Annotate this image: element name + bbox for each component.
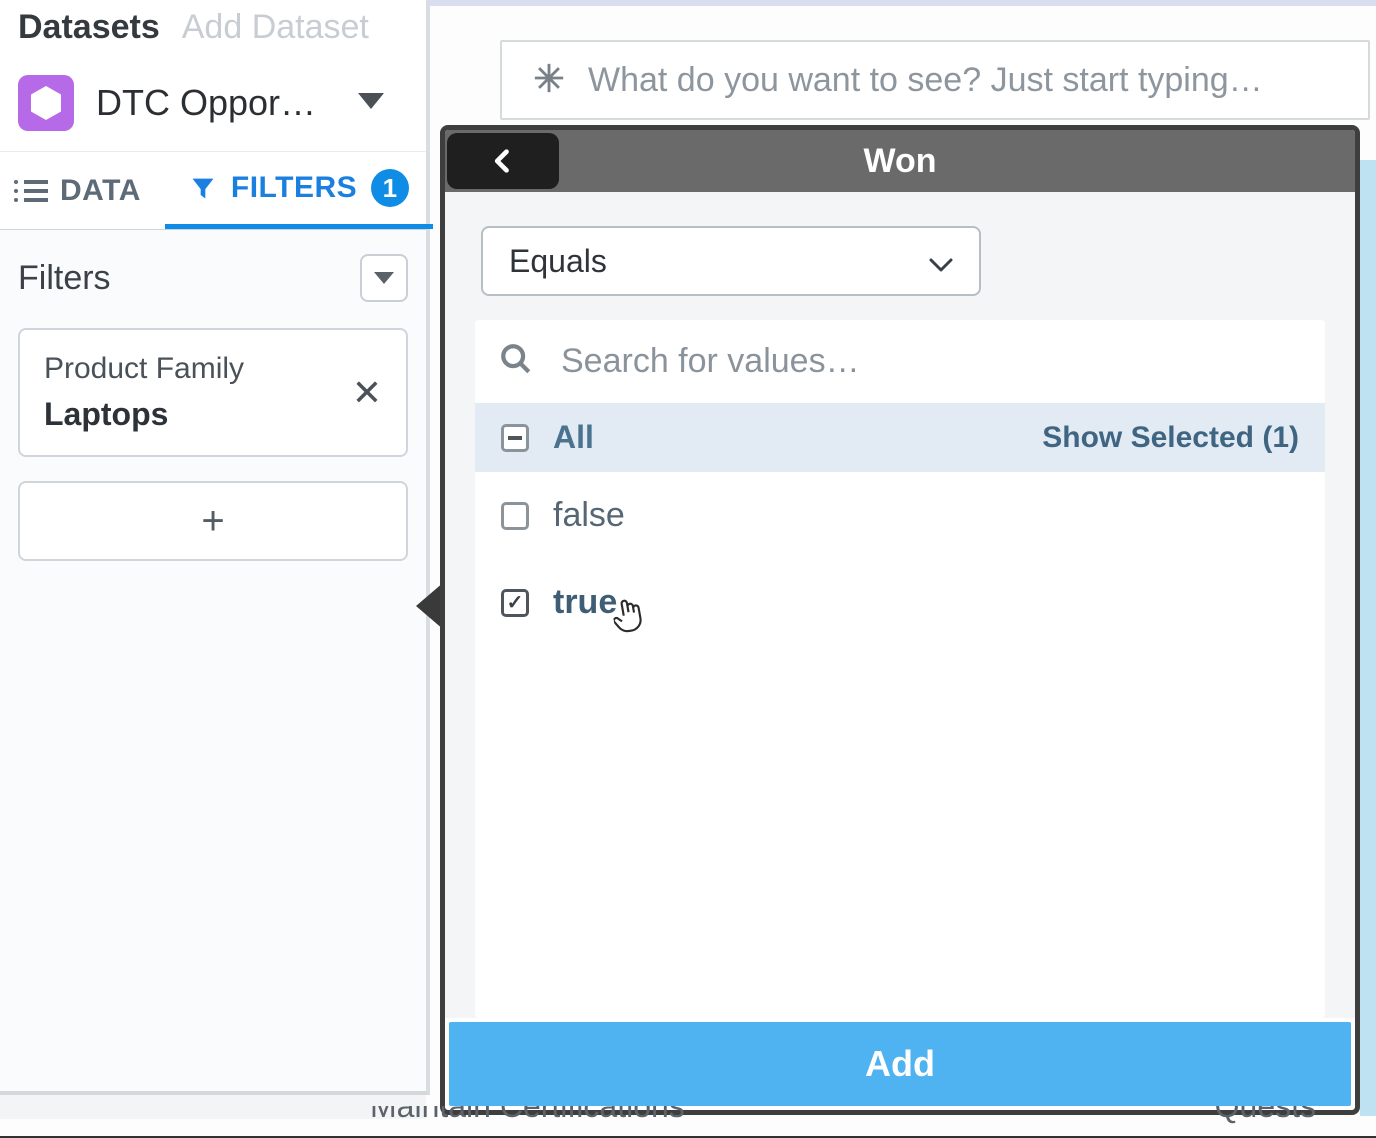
popup-title: Won <box>445 142 1355 181</box>
filters-section: Filters Product Family Laptops ✕ + <box>0 230 426 585</box>
operator-label: Equals <box>509 243 607 280</box>
checkbox-checked-icon[interactable] <box>501 589 529 617</box>
tab-data[interactable]: DATA <box>0 152 165 229</box>
footer-right-text: Quests <box>1215 1106 1316 1125</box>
background-chart-strip <box>1360 160 1376 1116</box>
filter-count-badge: 1 <box>371 169 409 207</box>
add-dataset-link[interactable]: Add Dataset <box>182 8 369 47</box>
all-label: All <box>553 419 594 456</box>
dataset-icon <box>18 75 74 131</box>
datasets-heading: Datasets <box>18 8 160 47</box>
sparkle-icon <box>532 61 566 100</box>
close-icon[interactable]: ✕ <box>352 372 382 414</box>
filter-value-popup: Won Equals Search for values… All <box>440 125 1360 1115</box>
checkbox-icon[interactable] <box>501 502 529 530</box>
tab-data-label: DATA <box>60 174 141 208</box>
popup-body: Equals Search for values… All Show Selec… <box>445 192 1355 1018</box>
filters-dropdown-button[interactable] <box>360 254 408 302</box>
add-filter-button[interactable]: + <box>18 481 408 561</box>
back-button[interactable] <box>447 133 559 189</box>
chevron-down-icon <box>929 243 953 280</box>
value-search-input[interactable]: Search for values… <box>475 320 1325 403</box>
option-label: true <box>553 583 617 622</box>
footer-bar: Maintain Certifications Quests <box>0 1106 1376 1136</box>
popup-header: Won <box>445 130 1355 192</box>
filter-value-label: Laptops <box>44 396 244 433</box>
option-label: false <box>553 496 625 535</box>
filter-chip-product-family[interactable]: Product Family Laptops ✕ <box>18 328 408 457</box>
left-sidebar: Datasets Add Dataset DTC Oppor… DATA FIL… <box>0 0 430 1095</box>
plus-icon: + <box>201 499 224 544</box>
show-selected-link[interactable]: Show Selected (1) <box>1042 421 1299 455</box>
filter-icon <box>189 174 217 202</box>
query-input-area[interactable]: What do you want to see? Just start typi… <box>500 40 1370 120</box>
option-row-true[interactable]: true <box>475 559 1325 646</box>
filters-heading: Filters <box>18 259 111 298</box>
select-all-row[interactable]: All Show Selected (1) <box>475 403 1325 472</box>
tab-filters-label: FILTERS <box>231 171 357 205</box>
dataset-header: Datasets Add Dataset DTC Oppor… <box>0 0 426 152</box>
search-icon <box>499 342 533 381</box>
sidebar-tabs: DATA FILTERS 1 <box>0 152 426 230</box>
checkbox-indeterminate-icon[interactable] <box>501 424 529 452</box>
tab-filters[interactable]: FILTERS 1 <box>165 152 433 229</box>
search-placeholder: Search for values… <box>561 342 860 381</box>
query-placeholder: What do you want to see? Just start typi… <box>588 61 1263 100</box>
background-top-strip <box>430 0 1376 6</box>
dataset-name: DTC Oppor… <box>96 82 336 124</box>
add-button[interactable]: Add <box>449 1022 1351 1106</box>
add-button-label: Add <box>865 1043 935 1085</box>
operator-select[interactable]: Equals <box>481 226 981 296</box>
values-panel: Search for values… All Show Selected (1)… <box>475 320 1325 1018</box>
option-row-false[interactable]: false <box>475 472 1325 559</box>
chevron-down-icon <box>358 93 384 114</box>
dataset-selector[interactable]: DTC Oppor… <box>18 75 408 131</box>
list-icon <box>24 180 48 202</box>
footer-left-text: Maintain Certifications <box>370 1106 685 1125</box>
filter-field-label: Product Family <box>44 352 244 386</box>
